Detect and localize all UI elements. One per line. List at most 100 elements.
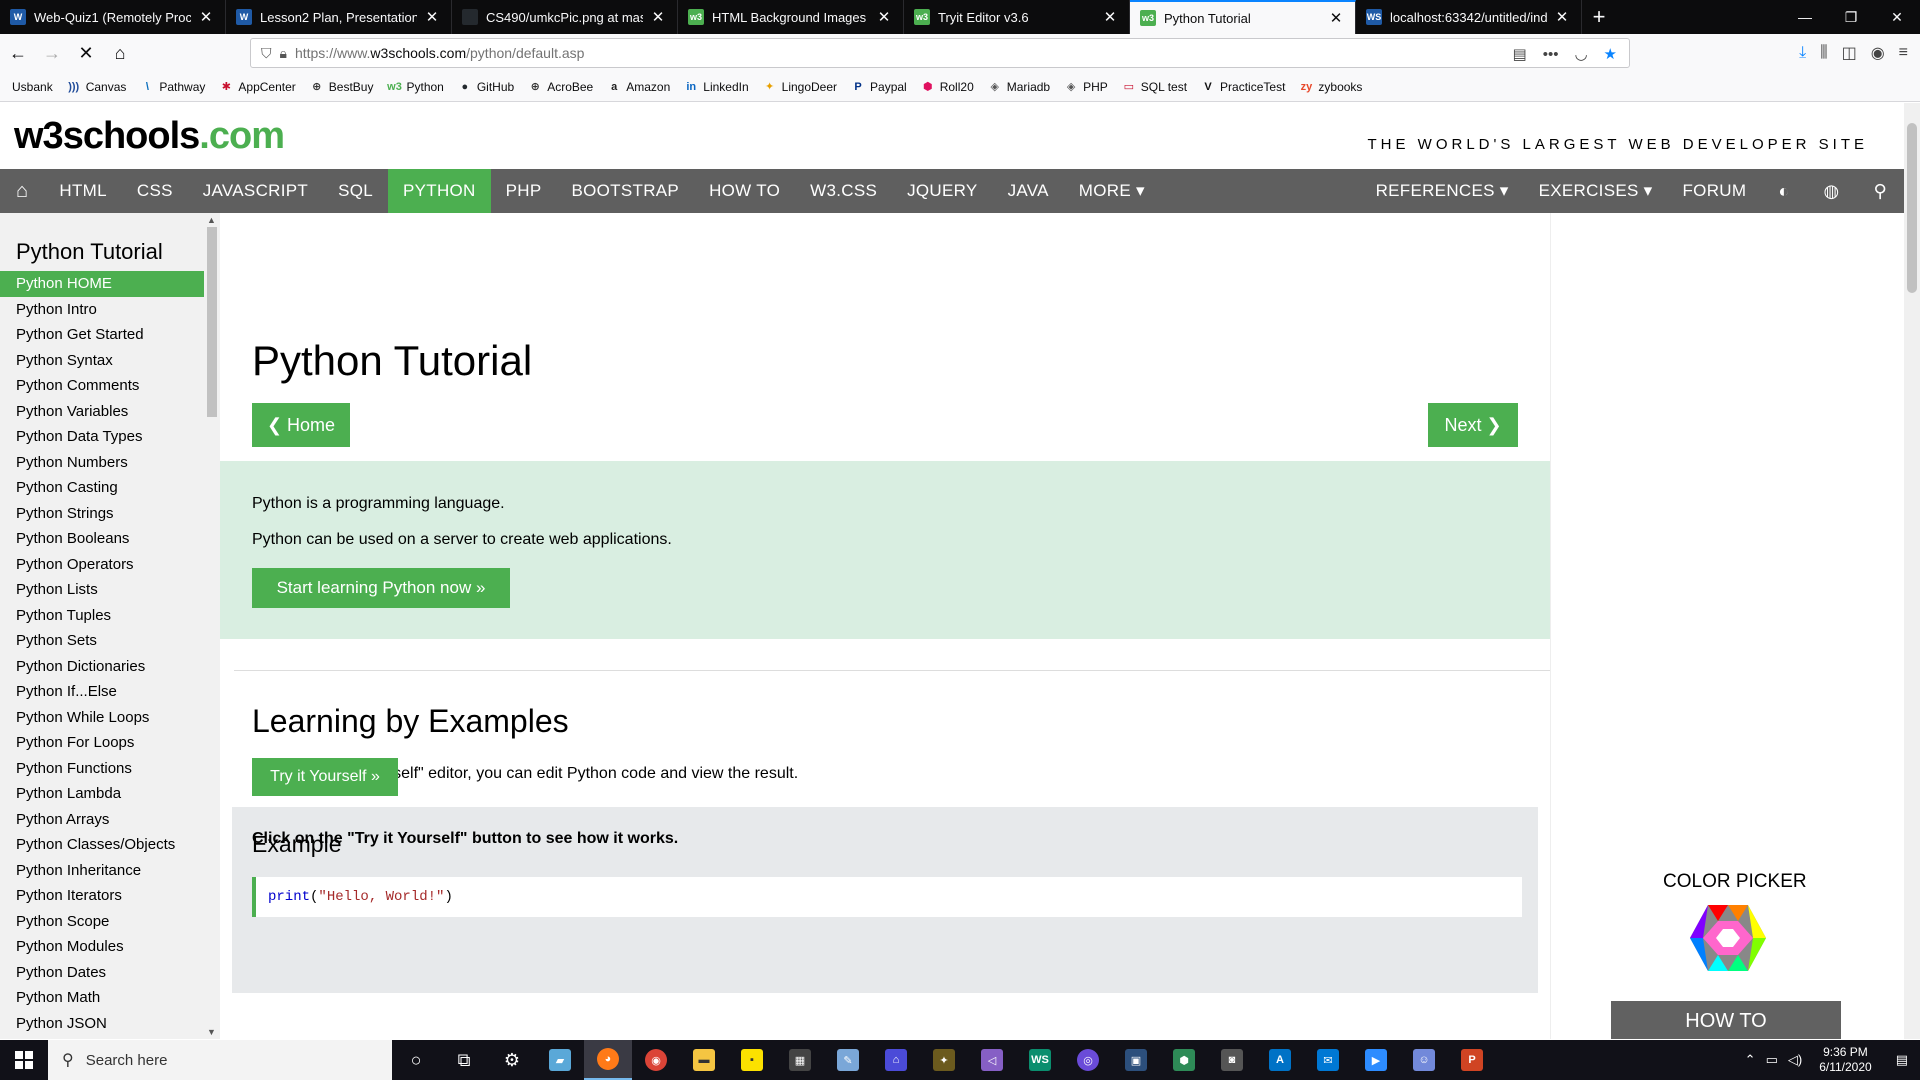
nav-item-w3-css[interactable]: W3.CSS — [795, 169, 892, 213]
nav-item-python[interactable]: PYTHON — [388, 169, 491, 213]
account-icon[interactable]: ◉ — [1871, 43, 1885, 63]
url-bar[interactable]: ⛉ 🔒︎ https://www. w3schools.com/python/de… — [250, 38, 1630, 68]
tab-close-icon[interactable]: ✕ — [875, 8, 893, 26]
sidebar-item[interactable]: Python Lambda — [0, 781, 204, 807]
sidebar-item[interactable]: Python Syntax — [0, 348, 204, 374]
nav-item-css[interactable]: CSS — [122, 169, 188, 213]
discord-icon[interactable]: ☺ — [1400, 1040, 1448, 1080]
new-tab-icon[interactable]: + — [1582, 0, 1616, 34]
firefox-icon[interactable]: ◕ — [584, 1040, 632, 1080]
sidebar-item[interactable]: Python Dates — [0, 960, 204, 986]
home-button[interactable]: ❮ Home — [252, 403, 350, 447]
home-icon[interactable]: ⌂ — [104, 37, 136, 69]
tab-close-icon[interactable]: ✕ — [197, 8, 215, 26]
sidebar-item[interactable]: Python Classes/Objects — [0, 832, 204, 858]
sidebar-item[interactable]: Python Casting — [0, 475, 204, 501]
close-window-icon[interactable]: ✕ — [1874, 0, 1920, 34]
nav-item-html[interactable]: HTML — [44, 169, 121, 213]
sidebar-item[interactable]: Python Sets — [0, 628, 204, 654]
bookmark-item[interactable]: Usbank — [12, 80, 53, 94]
tab-close-icon[interactable]: ✕ — [649, 8, 667, 26]
nav-item-exercises[interactable]: EXERCISES ▾ — [1524, 169, 1668, 213]
sidebar-item[interactable]: Python Lists — [0, 577, 204, 603]
paint-icon[interactable]: ✎ — [824, 1040, 872, 1080]
notifications-icon[interactable]: ▤ — [1884, 1052, 1920, 1068]
bookmark-item[interactable]: ▭ SQL test — [1122, 80, 1187, 94]
tab-close-icon[interactable]: ✕ — [1553, 8, 1571, 26]
sidebar-item[interactable]: Python HOME — [0, 271, 204, 297]
sidebar-item[interactable]: Python While Loops — [0, 705, 204, 731]
scroll-down-icon[interactable]: ▼ — [207, 1027, 216, 1037]
site-logo[interactable]: w3schools.com — [14, 115, 285, 158]
back-icon[interactable]: ← — [2, 37, 34, 69]
sidebar-item[interactable]: Python Strings — [0, 501, 204, 527]
bookmark-item[interactable]: ● GitHub — [458, 80, 515, 94]
bookmark-item[interactable]: V PracticeTest — [1201, 80, 1285, 94]
notes-app-icon[interactable]: ▰ — [536, 1040, 584, 1080]
sidebar-item[interactable]: Python Data Types — [0, 424, 204, 450]
tab-close-icon[interactable]: ✕ — [1327, 9, 1345, 27]
volume-icon[interactable]: ◁) — [1783, 1052, 1807, 1068]
browser-tab[interactable]: w3 Python Tutorial ✕ — [1130, 0, 1356, 34]
browser-tab[interactable]: W Lesson2 Plan, Presentation, So ✕ — [226, 0, 452, 34]
bookmark-star-icon[interactable]: ★ — [1604, 45, 1617, 63]
visual-studio-icon[interactable]: ◁ — [968, 1040, 1016, 1080]
bookmark-item[interactable]: zy zybooks — [1299, 80, 1363, 94]
sidebar-item[interactable]: Python Intro — [0, 297, 204, 323]
start-learning-button[interactable]: Start learning Python now » — [252, 568, 510, 608]
sidebar-item[interactable]: Python Inheritance — [0, 858, 204, 884]
mail-icon[interactable]: ✉ — [1304, 1040, 1352, 1080]
bookmark-item[interactable]: in LinkedIn — [684, 80, 748, 94]
bookmark-item[interactable]: ⊕ BestBuy — [310, 80, 373, 94]
browser-tab[interactable]: w3 Tryit Editor v3.6 ✕ — [904, 0, 1130, 34]
bookmark-item[interactable]: ⬢ Roll20 — [921, 80, 974, 94]
hexagon-app-icon[interactable]: ⬢ — [1160, 1040, 1208, 1080]
sidebar-item[interactable]: Python Iterators — [0, 883, 204, 909]
nav-item-java[interactable]: JAVA — [993, 169, 1064, 213]
nav-item-javascript[interactable]: JAVASCRIPT — [188, 169, 323, 213]
cortana-icon[interactable]: ○ — [392, 1040, 440, 1080]
page-actions-icon[interactable]: ••• — [1543, 46, 1559, 63]
bookmark-item[interactable]: w3 Python — [387, 80, 444, 94]
sidebar-item[interactable]: Python Dictionaries — [0, 654, 204, 680]
tray-expand-icon[interactable]: ⌃ — [1740, 1052, 1761, 1068]
sidebar-item[interactable]: Python Get Started — [0, 322, 204, 348]
settings-icon[interactable]: ⚙ — [488, 1040, 536, 1080]
tab-close-icon[interactable]: ✕ — [423, 8, 441, 26]
nav-item-how-to[interactable]: HOW TO — [694, 169, 795, 213]
nav-item-php[interactable]: PHP — [491, 169, 557, 213]
camera-icon[interactable]: ◙ — [1208, 1040, 1256, 1080]
nav-item-sql[interactable]: SQL — [323, 169, 388, 213]
page-scrollbar[interactable] — [1904, 103, 1920, 1039]
library-icon[interactable]: ⫼ — [1820, 44, 1827, 62]
task-view-icon[interactable]: ⧉ — [440, 1040, 488, 1080]
network-icon[interactable]: ▭ — [1761, 1052, 1783, 1068]
next-button[interactable]: Next ❯ — [1428, 403, 1518, 447]
bookmark-item[interactable]: \ Pathway — [140, 80, 206, 94]
browser-tab[interactable]: W Web-Quiz1 (Remotely Proctored ✕ — [0, 0, 226, 34]
network-tool-icon[interactable]: ⌂ — [872, 1040, 920, 1080]
bookmark-item[interactable]: ✱ AppCenter — [219, 80, 296, 94]
calculator-icon[interactable]: ▦ — [776, 1040, 824, 1080]
sidebar-scroll-thumb[interactable] — [207, 227, 217, 417]
nav-item-references[interactable]: REFERENCES ▾ — [1361, 169, 1524, 213]
menu-icon[interactable]: ≡ — [1899, 44, 1908, 62]
forward-icon[interactable]: → — [36, 37, 68, 69]
dark-mode-icon[interactable]: ◐ — [1761, 169, 1806, 213]
sidebar-item[interactable]: Python Scope — [0, 909, 204, 935]
bookmark-item[interactable]: ))) Canvas — [67, 80, 126, 94]
try-it-yourself-button[interactable]: Try it Yourself » — [252, 758, 398, 796]
sidebar-item[interactable]: Python Booleans — [0, 526, 204, 552]
file-explorer-icon[interactable]: ▬ — [680, 1040, 728, 1080]
search-icon[interactable]: ⚲ — [1857, 169, 1904, 213]
restore-icon[interactable]: ❐ — [1828, 0, 1874, 34]
taskbar-search-input[interactable]: ⚲ Search here — [48, 1040, 392, 1080]
color-picker-icon[interactable] — [1688, 903, 1768, 973]
sidebar-item[interactable]: Python If...Else — [0, 679, 204, 705]
globe-icon[interactable]: ◍ — [1807, 169, 1857, 213]
sidebar-item[interactable]: Python Operators — [0, 552, 204, 578]
home-icon[interactable]: ⌂ — [0, 169, 44, 213]
sidebar-toggle-icon[interactable]: ◫ — [1842, 43, 1857, 63]
sticky-notes-icon[interactable]: ▪ — [728, 1040, 776, 1080]
virtualbox-icon[interactable]: ▣ — [1112, 1040, 1160, 1080]
